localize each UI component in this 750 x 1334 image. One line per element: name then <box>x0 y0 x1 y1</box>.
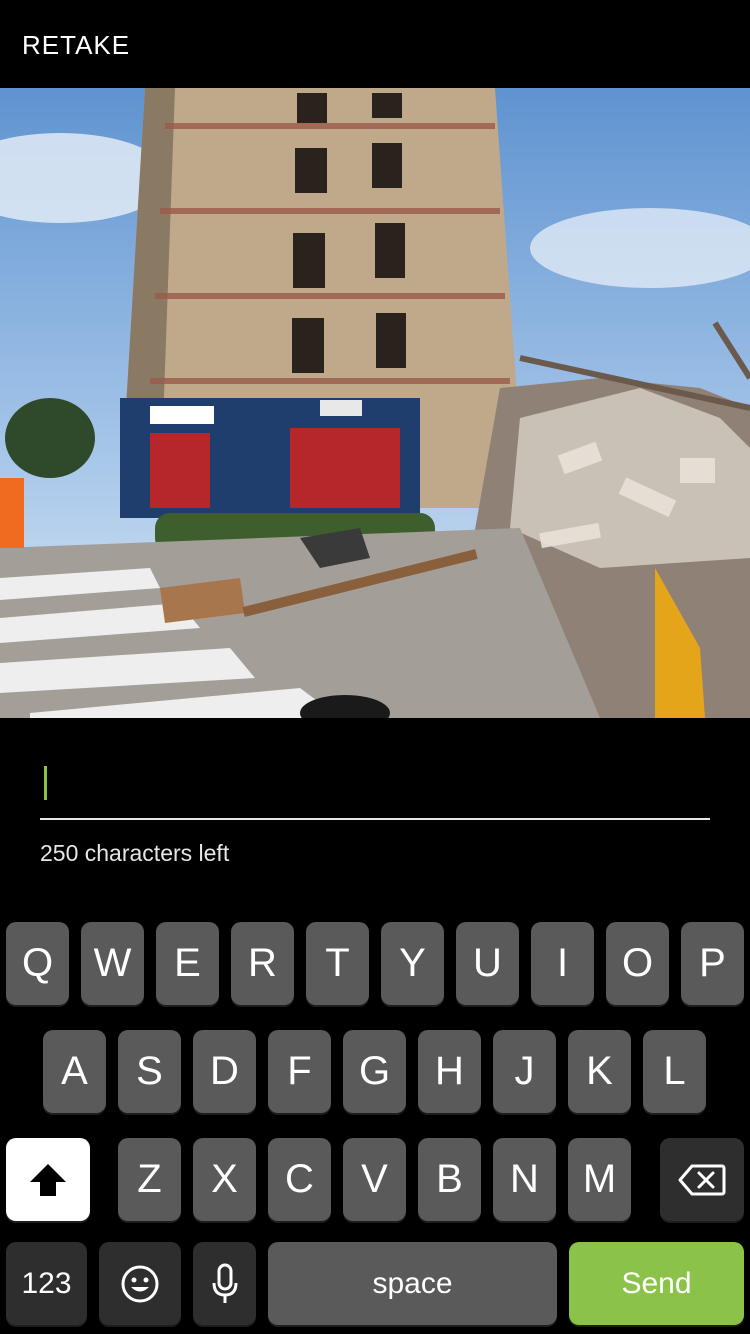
key-o[interactable]: O <box>606 922 669 1005</box>
key-w[interactable]: W <box>81 922 144 1005</box>
send-button[interactable]: Send <box>569 1242 744 1325</box>
emoji-key[interactable] <box>99 1242 181 1325</box>
key-k[interactable]: K <box>568 1030 631 1113</box>
key-m[interactable]: M <box>568 1138 631 1221</box>
shift-key[interactable] <box>6 1138 90 1221</box>
caption-area: 250 characters left <box>0 718 750 918</box>
backspace-icon <box>678 1164 726 1195</box>
captured-photo <box>0 88 750 718</box>
characters-left-counter: 250 characters left <box>40 840 230 866</box>
key-j[interactable]: J <box>493 1030 556 1113</box>
shift-arrow-icon <box>30 1163 66 1196</box>
key-d[interactable]: D <box>193 1030 256 1113</box>
top-bar: RETAKE <box>0 0 750 88</box>
key-n[interactable]: N <box>493 1138 556 1221</box>
key-q[interactable]: Q <box>6 922 69 1005</box>
key-g[interactable]: G <box>343 1030 406 1113</box>
key-u[interactable]: U <box>456 922 519 1005</box>
key-l[interactable]: L <box>643 1030 706 1113</box>
photo-illustration <box>0 88 750 718</box>
key-c[interactable]: C <box>268 1138 331 1221</box>
caption-input[interactable] <box>40 758 710 820</box>
emoji-icon <box>121 1265 159 1302</box>
key-a[interactable]: A <box>43 1030 106 1113</box>
key-v[interactable]: V <box>343 1138 406 1221</box>
text-cursor <box>44 766 47 800</box>
key-p[interactable]: P <box>681 922 744 1005</box>
key-x[interactable]: X <box>193 1138 256 1221</box>
key-f[interactable]: F <box>268 1030 331 1113</box>
key-y[interactable]: Y <box>381 922 444 1005</box>
key-z[interactable]: Z <box>118 1138 181 1221</box>
numbers-key[interactable]: 123 <box>6 1242 87 1325</box>
key-r[interactable]: R <box>231 922 294 1005</box>
keyboard: Q W E R T Y U I O P A S D F G H J K L Z … <box>0 918 750 1334</box>
key-e[interactable]: E <box>156 922 219 1005</box>
microphone-icon <box>212 1263 237 1303</box>
retake-button[interactable]: RETAKE <box>22 30 130 61</box>
key-i[interactable]: I <box>531 922 594 1005</box>
key-b[interactable]: B <box>418 1138 481 1221</box>
key-t[interactable]: T <box>306 922 369 1005</box>
backspace-key[interactable] <box>660 1138 744 1221</box>
key-s[interactable]: S <box>118 1030 181 1113</box>
microphone-key[interactable] <box>193 1242 256 1325</box>
space-key[interactable]: space <box>268 1242 557 1325</box>
key-h[interactable]: H <box>418 1030 481 1113</box>
